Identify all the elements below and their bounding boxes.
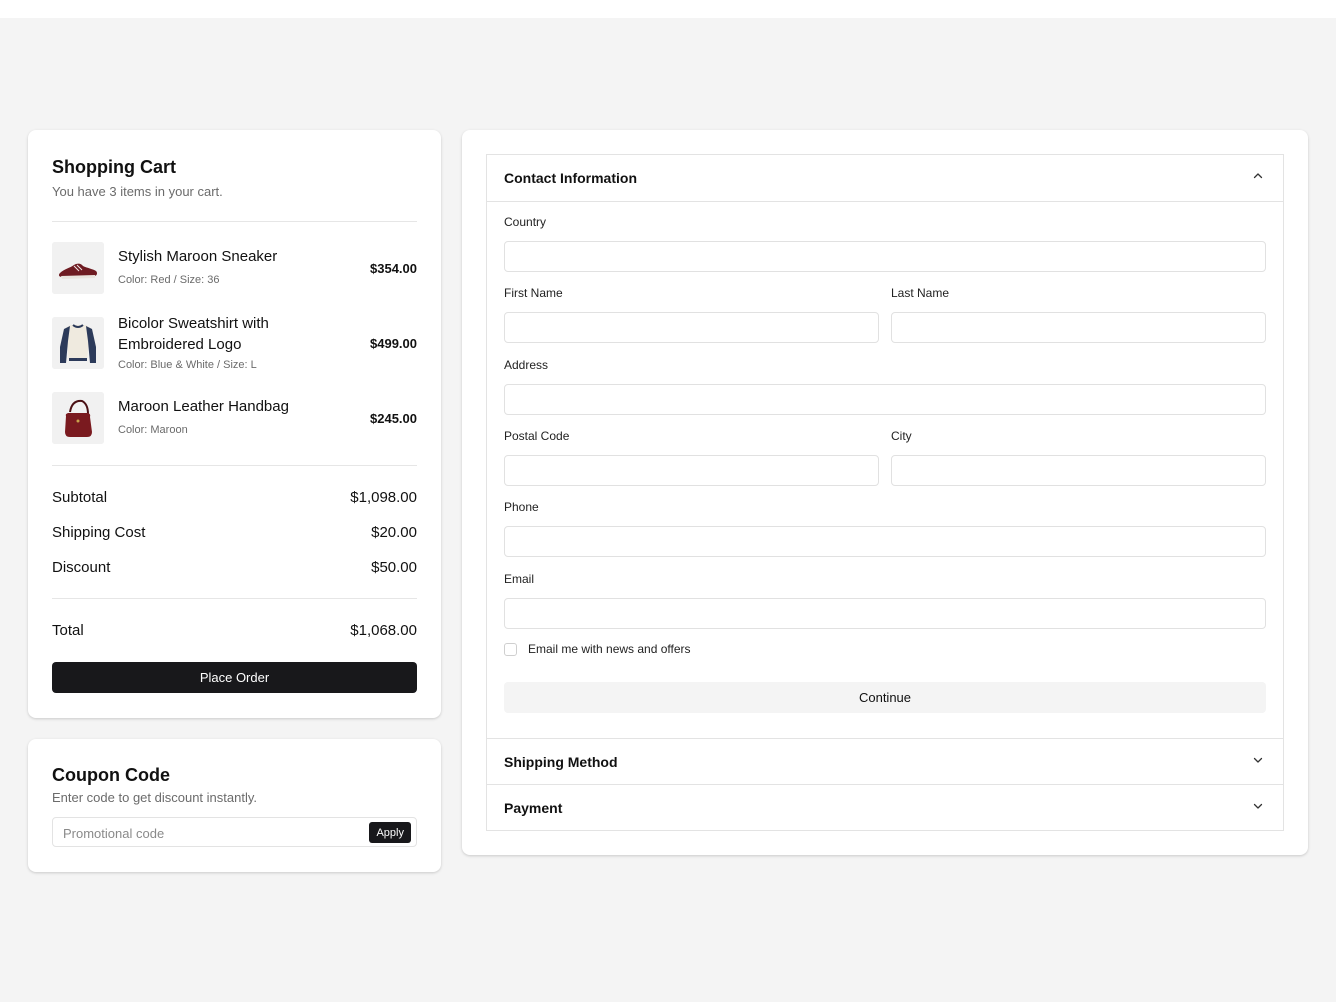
shipping-method-title: Shipping Method <box>504 754 618 770</box>
divider <box>52 598 417 599</box>
shipping-method-header[interactable]: Shipping Method <box>487 739 1283 785</box>
coupon-subtitle: Enter code to get discount instantly. <box>52 790 257 805</box>
first-name-field <box>504 312 879 343</box>
handbag-image <box>52 392 104 444</box>
cart-title: Shopping Cart <box>52 157 176 177</box>
newsletter-checkbox[interactable] <box>504 643 517 656</box>
total-row: Total $1,068.00 <box>52 622 417 639</box>
chevron-down-icon <box>1253 803 1263 809</box>
continue-button[interactable]: Continue <box>504 682 1266 713</box>
postal-code-label: Postal Code <box>504 429 570 443</box>
contact-information-title: Contact Information <box>504 170 637 186</box>
subtotal-row: Subtotal $1,098.00 <box>52 489 417 506</box>
cart-subtitle: You have 3 items in your cart. <box>52 184 223 199</box>
shipping-cost-value: $20.00 <box>371 524 417 541</box>
chevron-down-icon <box>1253 757 1263 763</box>
phone-label: Phone <box>504 500 539 514</box>
item-meta: Color: Red / Size: 36 <box>118 274 220 286</box>
last-name-label: Last Name <box>891 286 950 300</box>
item-meta: Color: Maroon <box>118 424 188 436</box>
apply-button[interactable]: Apply <box>369 822 411 843</box>
address-input[interactable] <box>505 385 1265 414</box>
discount-value: $50.00 <box>371 559 417 576</box>
address-field <box>504 384 1266 415</box>
payment-title: Payment <box>504 800 563 816</box>
email-field <box>504 598 1266 629</box>
first-name-input[interactable] <box>505 313 878 342</box>
subtotal-label: Subtotal <box>52 489 108 506</box>
first-name-label: First Name <box>504 286 563 300</box>
last-name-field <box>891 312 1266 343</box>
country-field <box>504 241 1266 272</box>
total-value: $1,068.00 <box>350 622 417 639</box>
shopping-cart-card: Shopping Cart You have 3 items in your c… <box>28 130 441 718</box>
cart-item: Bicolor Sweatshirt with Embroidered Logo… <box>52 315 417 377</box>
sweatshirt-image <box>52 317 104 369</box>
checkout-card: Contact Information Country First Name L… <box>462 130 1308 855</box>
sneaker-image <box>52 242 104 294</box>
email-label: Email <box>504 572 535 586</box>
divider <box>52 465 417 466</box>
coupon-card: Coupon Code Enter code to get discount i… <box>28 739 441 872</box>
cart-item: Maroon Leather Handbag Color: Maroon $24… <box>52 392 417 444</box>
promo-code-input[interactable] <box>63 824 353 842</box>
shipping-cost-row: Shipping Cost $20.00 <box>52 524 417 541</box>
email-input[interactable] <box>505 599 1265 628</box>
place-order-button[interactable]: Place Order <box>52 662 417 693</box>
address-label: Address <box>504 358 549 372</box>
top-bar <box>0 0 1336 18</box>
item-name: Maroon Leather Handbag <box>118 398 289 415</box>
phone-field <box>504 526 1266 557</box>
postal-code-input[interactable] <box>505 456 878 485</box>
divider <box>487 201 1283 202</box>
phone-input[interactable] <box>505 527 1265 556</box>
postal-code-field <box>504 455 879 486</box>
total-label: Total <box>52 622 84 639</box>
subtotal-value: $1,098.00 <box>350 489 417 506</box>
item-price: $499.00 <box>370 336 417 351</box>
city-field <box>891 455 1266 486</box>
coupon-field: Apply <box>52 817 417 847</box>
item-meta: Color: Blue & White / Size: L <box>118 359 257 371</box>
last-name-input[interactable] <box>892 313 1265 342</box>
chevron-up-icon <box>1253 173 1263 179</box>
country-label: Country <box>504 215 547 229</box>
item-name: Bicolor Sweatshirt with Embroidered Logo <box>118 315 269 353</box>
country-input[interactable] <box>505 242 1265 271</box>
checkout-accordion: Contact Information Country First Name L… <box>486 154 1284 831</box>
coupon-title: Coupon Code <box>52 765 170 785</box>
divider <box>52 221 417 222</box>
newsletter-label: Email me with news and offers <box>528 642 691 656</box>
item-name: Stylish Maroon Sneaker <box>118 248 278 265</box>
discount-row: Discount $50.00 <box>52 559 417 576</box>
discount-label: Discount <box>52 559 111 576</box>
cart-item: Stylish Maroon Sneaker Color: Red / Size… <box>52 242 417 294</box>
city-input[interactable] <box>892 456 1265 485</box>
item-price: $354.00 <box>370 261 417 276</box>
city-label: City <box>891 429 912 443</box>
payment-header[interactable]: Payment <box>487 785 1283 831</box>
shipping-cost-label: Shipping Cost <box>52 524 146 541</box>
contact-information-header[interactable]: Contact Information <box>487 155 1283 201</box>
item-price: $245.00 <box>370 411 417 426</box>
